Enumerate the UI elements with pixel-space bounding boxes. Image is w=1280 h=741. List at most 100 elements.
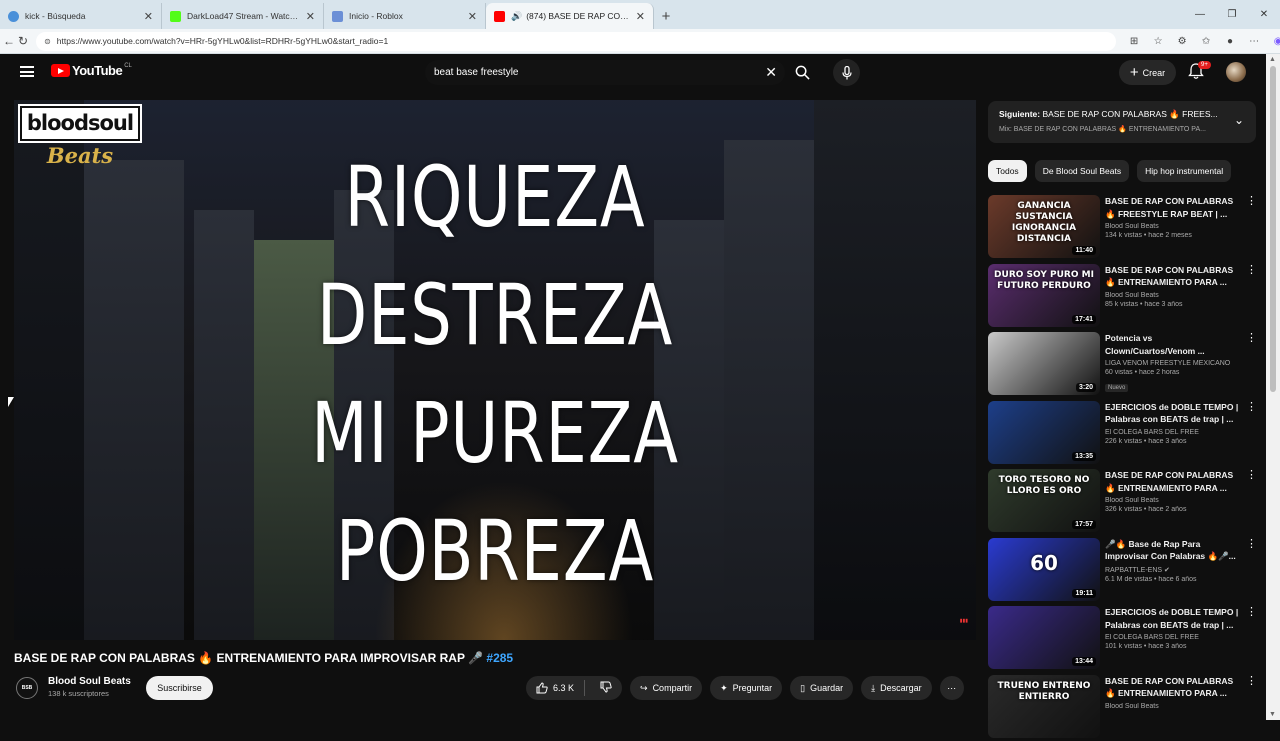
extensions-icon[interactable]: ⚙ — [1170, 36, 1194, 47]
more-vertical-icon[interactable]: ⋮ — [1246, 469, 1257, 481]
ask-button[interactable]: ✦Preguntar — [710, 676, 782, 700]
recommended-video[interactable]: GANANCIA SUSTANCIA IGNORANCIA DISTANCIA1… — [988, 193, 1258, 262]
download-button[interactable]: ⤓Descargar — [861, 676, 932, 700]
app-icon[interactable]: ⊞ — [1122, 36, 1146, 47]
favorite-star-icon[interactable]: ☆ — [1146, 36, 1170, 47]
recommended-title[interactable]: Potencia vs Clown/Cuartos/Venom ... — [1105, 332, 1243, 357]
recommended-video[interactable]: 6019:11🎤🔥 Base de Rap Para Improvisar Co… — [988, 536, 1258, 605]
more-vertical-icon[interactable]: ⋮ — [1246, 538, 1257, 550]
more-actions-button[interactable]: ⋯ — [940, 676, 964, 700]
back-icon[interactable]: ← — [3, 30, 15, 52]
video-thumbnail[interactable]: GANANCIA SUSTANCIA IGNORANCIA DISTANCIA1… — [988, 195, 1100, 258]
hashtag-link[interactable]: #285 — [486, 651, 513, 665]
video-thumbnail[interactable]: 13:44 — [988, 606, 1100, 669]
scroll-up-icon[interactable]: ▲ — [1269, 56, 1276, 63]
video-thumbnail[interactable]: TORO TESORO NO LLORO ES ORO17:57 — [988, 469, 1100, 532]
profile-icon[interactable]: ● — [1218, 36, 1242, 47]
recommended-channel[interactable]: Blood Soul Beats — [1105, 223, 1243, 230]
more-vertical-icon[interactable]: ⋮ — [1246, 401, 1257, 413]
recommended-title[interactable]: 🎤🔥 Base de Rap Para Improvisar Con Palab… — [1105, 538, 1243, 563]
notifications-button[interactable]: 9+ — [1188, 63, 1208, 83]
clear-search-icon[interactable]: ✕ — [765, 64, 777, 81]
browser-tab-active[interactable]: 🔊 (874) BASE DE RAP CON PALA ✕ — [486, 3, 654, 29]
recommended-video[interactable]: DURO SOY PURO MI FUTURO PERDURO17:41BASE… — [988, 262, 1258, 331]
search-button[interactable] — [789, 60, 815, 85]
channel-avatar[interactable]: BSB — [16, 677, 38, 699]
recommended-stats: 226 k vistas • hace 3 años — [1105, 438, 1243, 445]
site-info-icon[interactable]: ⊜ — [44, 37, 51, 46]
more-vertical-icon[interactable]: ⋮ — [1246, 264, 1257, 276]
close-tab-icon[interactable]: ✕ — [144, 10, 153, 23]
favorites-icon[interactable]: ✩ — [1194, 36, 1218, 47]
recommended-channel[interactable]: LIGA VENOM FREESTYLE MEXICANO — [1105, 360, 1243, 367]
more-vertical-icon[interactable]: ⋮ — [1246, 195, 1257, 207]
page-scrollbar[interactable]: ▲ ▼ — [1266, 54, 1280, 720]
chip-channel[interactable]: De Blood Soul Beats — [1035, 160, 1129, 182]
dislike-button[interactable] — [590, 681, 622, 695]
chip-all[interactable]: Todos — [988, 160, 1027, 182]
close-window-icon[interactable]: ✕ — [1248, 0, 1280, 29]
recommended-channel[interactable]: El COLEGA BARS DEL FREE — [1105, 634, 1243, 641]
reload-icon[interactable]: ↻ — [18, 30, 28, 52]
chip-hiphop[interactable]: Hip hop instrumental — [1137, 160, 1231, 182]
recommended-title[interactable]: BASE DE RAP CON PALABRAS 🔥 ENTRENAMIENTO… — [1105, 469, 1243, 494]
menu-icon[interactable] — [20, 66, 34, 77]
save-button[interactable]: ▯Guardar — [790, 676, 853, 700]
recommended-channel[interactable]: Blood Soul Beats — [1105, 703, 1243, 710]
browser-tab[interactable]: kick - Búsqueda ✕ — [0, 3, 162, 29]
window-controls: — ❐ ✕ — [1184, 0, 1280, 29]
recommended-channel[interactable]: El COLEGA BARS DEL FREE — [1105, 429, 1243, 436]
scroll-down-icon[interactable]: ▼ — [1269, 711, 1276, 718]
copilot-icon[interactable]: ◉ — [1266, 36, 1280, 47]
channel-row: BSB Blood Soul Beats 138 k suscriptores … — [14, 672, 974, 704]
video-thumbnail[interactable]: 13:35 — [988, 401, 1100, 464]
video-thumbnail[interactable]: DURO SOY PURO MI FUTURO PERDURO17:41 — [988, 264, 1100, 327]
share-button[interactable]: ↪Compartir — [630, 676, 702, 700]
video-thumbnail[interactable]: 3:20 — [988, 332, 1100, 395]
recommended-stats: 101 k vistas • hace 3 años — [1105, 643, 1243, 650]
like-button[interactable]: 6.3 K — [526, 680, 585, 696]
more-vertical-icon[interactable]: ⋮ — [1246, 332, 1257, 344]
recommended-channel[interactable]: Blood Soul Beats — [1105, 292, 1243, 299]
subscribe-button[interactable]: Suscribirse — [146, 676, 213, 700]
chevron-down-icon[interactable]: ⌄ — [1234, 113, 1244, 127]
close-tab-icon[interactable]: ✕ — [468, 10, 477, 23]
video-thumbnail[interactable]: TRUENO ENTRENO ENTIERRO — [988, 675, 1100, 738]
video-thumbnail[interactable]: 6019:11 — [988, 538, 1100, 601]
channel-name[interactable]: Blood Soul Beats — [48, 676, 131, 687]
recommended-title[interactable]: EJERCICIOS de DOBLE TEMPO | Palabras con… — [1105, 401, 1243, 426]
recommended-video[interactable]: TRUENO ENTRENO ENTIERROBASE DE RAP CON P… — [988, 673, 1258, 741]
recommended-video[interactable]: 3:20Potencia vs Clown/Cuartos/Venom ... L… — [988, 330, 1258, 399]
recommended-video[interactable]: TORO TESORO NO LLORO ES ORO17:57BASE DE … — [988, 467, 1258, 536]
video-player[interactable]: bloodsoul Beats RIQUEZA DESTREZA MI PURE… — [14, 100, 976, 640]
maximize-icon[interactable]: ❐ — [1216, 0, 1248, 29]
browser-tab[interactable]: Inicio - Roblox ✕ — [324, 3, 486, 29]
up-next-panel[interactable]: Siguiente: BASE DE RAP CON PALABRAS 🔥 FR… — [988, 101, 1256, 143]
recommended-video[interactable]: 13:44EJERCICIOS de DOBLE TEMPO | Palabra… — [988, 604, 1258, 673]
close-tab-icon[interactable]: ✕ — [306, 10, 315, 23]
youtube-logo[interactable]: YouTube CL — [51, 63, 132, 78]
create-button[interactable]: +Crear — [1119, 60, 1176, 85]
recommended-title[interactable]: EJERCICIOS de DOBLE TEMPO | Palabras con… — [1105, 606, 1243, 631]
scrollbar-thumb[interactable] — [1270, 66, 1276, 392]
recommended-title[interactable]: BASE DE RAP CON PALABRAS 🔥 FREESTYLE RAP… — [1105, 195, 1243, 220]
speaker-icon[interactable]: 🔊 — [511, 11, 522, 22]
recommended-title[interactable]: BASE DE RAP CON PALABRAS 🔥 ENTRENAMIENTO… — [1105, 675, 1243, 700]
more-vertical-icon[interactable]: ⋮ — [1246, 675, 1257, 687]
user-avatar[interactable] — [1226, 62, 1246, 82]
browser-tab[interactable]: DarkLoad47 Stream - Watch Live o ✕ — [162, 3, 324, 29]
recommended-video[interactable]: 13:35EJERCICIOS de DOBLE TEMPO | Palabra… — [988, 399, 1258, 468]
voice-search-button[interactable] — [833, 59, 860, 86]
new-tab-button[interactable]: + — [654, 3, 678, 29]
recommended-channel[interactable]: Blood Soul Beats — [1105, 497, 1243, 504]
search-input[interactable]: beat base freestyle ✕ — [425, 60, 785, 85]
ask-label: Preguntar — [733, 683, 773, 693]
minimize-icon[interactable]: — — [1184, 0, 1216, 29]
url-field[interactable]: ⊜ https://www.youtube.com/watch?v=HRr-5g… — [36, 32, 1116, 51]
recommended-channel[interactable]: RAPBATTLE-ENS ✔ — [1105, 566, 1243, 574]
more-icon[interactable]: ⋯ — [1242, 36, 1266, 47]
recommended-title[interactable]: BASE DE RAP CON PALABRAS 🔥 ENTRENAMIENTO… — [1105, 264, 1243, 289]
like-count: 6.3 K — [553, 683, 574, 693]
more-vertical-icon[interactable]: ⋮ — [1246, 606, 1257, 618]
close-tab-icon[interactable]: ✕ — [636, 10, 645, 23]
